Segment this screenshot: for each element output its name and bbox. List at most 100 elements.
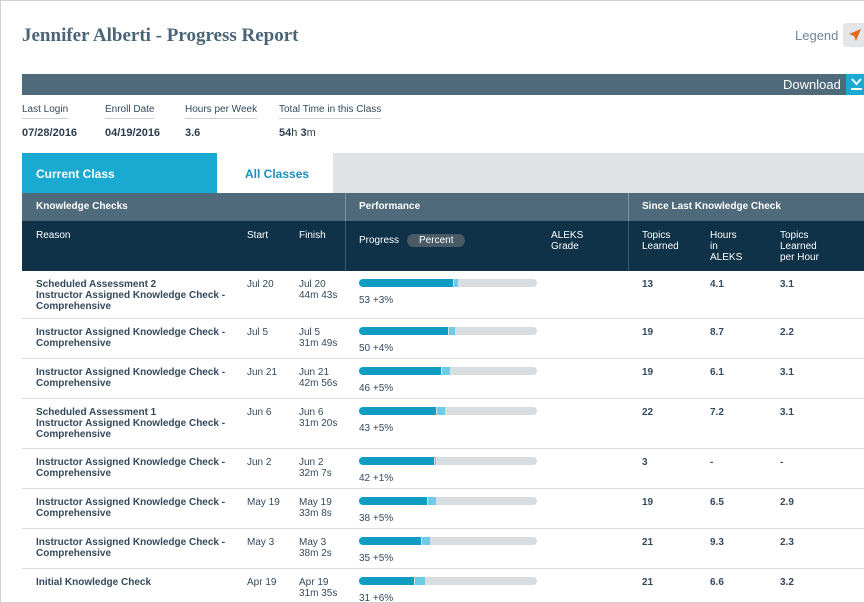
col-aleks-grade-line1: ALEKS <box>551 230 584 241</box>
row-reason[interactable]: Instructor Assigned Knowledge Check - Com… <box>36 537 246 559</box>
row-finish-date: Jun 6 <box>299 407 324 418</box>
download-label[interactable]: Download <box>783 77 841 92</box>
row-reason[interactable]: Scheduled Assessment 2 Instructor Assigne… <box>36 279 246 312</box>
row-reason[interactable]: Instructor Assigned Knowledge Check - Com… <box>36 327 246 349</box>
col-tlph-line1: Topics <box>780 230 809 241</box>
row-finish-date: Jul 5 <box>299 327 321 338</box>
col-start[interactable]: Start <box>247 230 268 241</box>
table-row[interactable]: Initial Knowledge Check Apr 19 Apr 19 31m 3… <box>22 569 864 602</box>
row-duration: 42m 56s <box>299 378 338 389</box>
table-row[interactable]: Scheduled Assessment 2 Instructor Assigne… <box>22 271 864 319</box>
row-reason-line: Comprehensive <box>36 508 112 519</box>
col-aleks-grade-line2: Grade <box>551 241 579 252</box>
row-start-date: May 3 <box>247 537 275 548</box>
progress-bar[interactable] <box>359 367 537 375</box>
stat-value-total-time: 54h 3m <box>279 127 316 139</box>
total-hours: 54 <box>279 127 292 139</box>
percent-toggle[interactable]: Percent <box>407 234 466 247</box>
progress-bar[interactable] <box>359 497 537 505</box>
row-topics-per-hour: 2.9 <box>780 497 794 508</box>
progress-bar[interactable] <box>359 407 537 415</box>
row-topics-per-hour: 3.1 <box>780 407 794 418</box>
row-reason[interactable]: Scheduled Assessment 1 Instructor Assigne… <box>36 407 246 440</box>
row-duration: 31m 35s <box>299 588 338 599</box>
progress-bar[interactable] <box>359 537 537 545</box>
tab-current-class-label: Current Class <box>36 167 115 181</box>
row-reason-line: Instructor Assigned Knowledge Check - <box>36 537 226 548</box>
row-finish: May 3 38m 2s <box>299 537 332 559</box>
stat-value-enroll-date: 04/19/2016 <box>105 127 161 139</box>
table-row[interactable]: Instructor Assigned Knowledge Check - Com… <box>22 319 864 359</box>
row-reason-line: Comprehensive <box>36 548 112 559</box>
progress-text: 42 +1% <box>359 473 394 484</box>
table-row[interactable]: Instructor Assigned Knowledge Check - Com… <box>22 529 864 569</box>
row-hours-in-aleks: 4.1 <box>710 279 724 290</box>
row-reason-line: Instructor Assigned Knowledge Check - <box>36 457 226 468</box>
row-duration: 38m 2s <box>299 548 332 559</box>
progress-bar-base <box>359 279 453 287</box>
row-topics-learned: 13 <box>642 279 654 290</box>
row-reason[interactable]: Instructor Assigned Knowledge Check - Com… <box>36 457 246 479</box>
row-topics-per-hour: 2.3 <box>780 537 794 548</box>
row-reason-line: Scheduled Assessment 2 <box>36 279 157 290</box>
table-row[interactable]: Instructor Assigned Knowledge Check - Com… <box>22 449 864 489</box>
table-row[interactable]: Scheduled Assessment 1 Instructor Assigne… <box>22 399 864 449</box>
row-reason-line: Instructor Assigned Knowledge Check - <box>36 418 226 429</box>
progress-text: 50 +4% <box>359 343 394 354</box>
row-hours-in-aleks: 6.5 <box>710 497 724 508</box>
progress-bar-gain <box>428 497 436 505</box>
row-reason-line: Comprehensive <box>36 429 112 440</box>
stat-value-last-login: 07/28/2016 <box>22 127 78 139</box>
download-bar <box>22 74 864 95</box>
row-finish: Jun 21 42m 56s <box>299 367 337 389</box>
download-button[interactable] <box>846 74 864 95</box>
row-topics-per-hour: 3.1 <box>780 279 794 290</box>
row-duration: 44m 43s <box>299 290 338 301</box>
row-topics-learned: 19 <box>642 367 654 378</box>
col-topics-learned[interactable]: Topics Learned <box>642 230 679 252</box>
table-row[interactable]: Instructor Assigned Knowledge Check - Com… <box>22 359 864 399</box>
progress-bar-base <box>359 457 434 465</box>
legend-label[interactable]: Legend <box>795 28 838 43</box>
col-reason[interactable]: Reason <box>36 230 70 241</box>
row-duration: 32m 7s <box>299 468 332 479</box>
stat-label-last-login: Last Login <box>22 104 69 119</box>
col-topics-per-hour[interactable]: Topics Learned per Hour <box>780 230 819 263</box>
row-start-date: Jun 6 <box>247 407 272 418</box>
row-duration: 31m 20s <box>299 418 338 429</box>
progress-bar[interactable] <box>359 577 537 585</box>
progress-bar[interactable] <box>359 279 537 287</box>
row-topics-learned: 22 <box>642 407 654 418</box>
row-finish-date: Jul 20 <box>299 279 326 290</box>
paper-plane-icon <box>849 29 861 41</box>
column-divider <box>628 221 629 271</box>
row-duration: 33m 8s <box>299 508 332 519</box>
progress-bar[interactable] <box>359 457 537 465</box>
row-finish: Jul 5 31m 49s <box>299 327 337 349</box>
col-hours-in-aleks[interactable]: Hours in ALEKS <box>710 230 742 263</box>
table-row[interactable]: Instructor Assigned Knowledge Check - Com… <box>22 489 864 529</box>
row-reason[interactable]: Instructor Assigned Knowledge Check - Com… <box>36 497 246 519</box>
legend-button[interactable] <box>843 23 864 47</box>
tab-current-class[interactable]: Current Class <box>22 153 217 193</box>
progress-bar-gain <box>415 577 425 585</box>
row-finish-date: Jun 2 <box>299 457 324 468</box>
row-start-date: Jul 20 <box>247 279 274 290</box>
row-hours-in-aleks: - <box>710 457 714 468</box>
row-topics-per-hour: 2.2 <box>780 327 794 338</box>
tab-all-classes[interactable]: All Classes <box>217 153 333 193</box>
row-finish: Apr 19 31m 35s <box>299 577 337 599</box>
col-finish[interactable]: Finish <box>299 230 326 241</box>
group-performance: Performance <box>359 201 421 212</box>
row-reason[interactable]: Initial Knowledge Check <box>36 577 246 588</box>
col-aleks-grade[interactable]: ALEKS Grade <box>551 230 583 252</box>
row-reason-line: Comprehensive <box>36 338 112 349</box>
progress-bar-base <box>359 367 441 375</box>
row-topics-per-hour: - <box>780 457 784 468</box>
progress-bar[interactable] <box>359 327 537 335</box>
row-reason-line: Instructor Assigned Knowledge Check - <box>36 497 226 508</box>
row-reason[interactable]: Instructor Assigned Knowledge Check - Com… <box>36 367 246 389</box>
col-hours-line2: in <box>710 241 718 252</box>
row-duration: 31m 49s <box>299 338 338 349</box>
row-finish-date: May 3 <box>299 537 327 548</box>
